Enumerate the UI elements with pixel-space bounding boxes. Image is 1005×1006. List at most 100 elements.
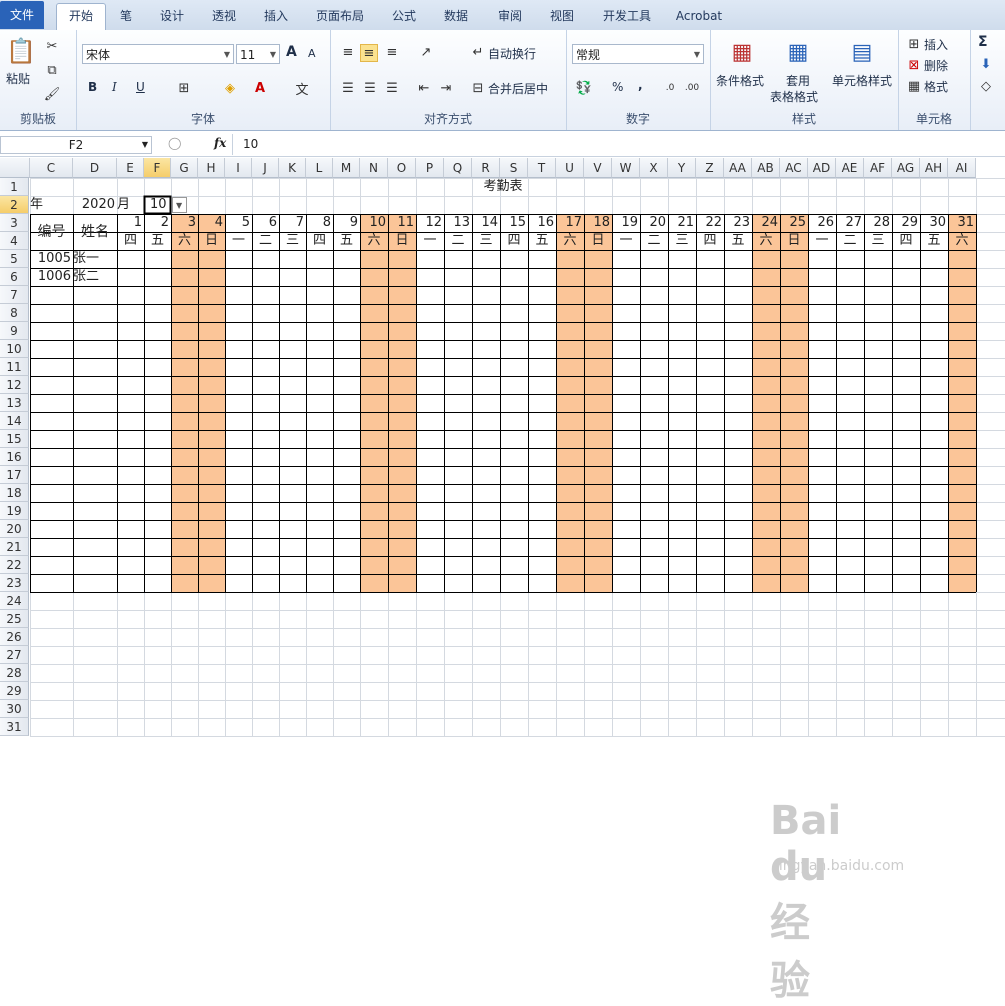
align-center-icon[interactable]: ☰ [362, 80, 378, 96]
weekday-label[interactable]: 六 [360, 232, 388, 250]
fill-icon[interactable]: ⬇ [978, 56, 994, 72]
weekday-label[interactable]: 五 [144, 232, 171, 250]
day-number[interactable]: 24 [752, 214, 780, 232]
weekday-label[interactable]: 六 [171, 232, 198, 250]
day-number[interactable]: 3 [171, 214, 198, 232]
align-top-icon[interactable]: ≡ [340, 44, 356, 60]
paste-icon[interactable]: 📋 [6, 36, 36, 66]
weekday-label[interactable]: 日 [584, 232, 612, 250]
year-label[interactable]: 年 [30, 196, 73, 214]
paste-button[interactable]: 粘贴 [6, 70, 30, 87]
day-number[interactable]: 14 [472, 214, 500, 232]
weekday-label[interactable]: 六 [948, 232, 976, 250]
tab-11[interactable]: 开发工具 [594, 4, 660, 28]
insert-function-button[interactable]: fx [214, 136, 226, 150]
weekday-label[interactable]: 日 [198, 232, 225, 250]
weekday-label[interactable]: 三 [279, 232, 306, 250]
cell-styles-icon[interactable]: ▤ [846, 36, 878, 68]
formula-input[interactable]: 10 [232, 134, 1005, 155]
italic-button[interactable]: I [112, 80, 117, 94]
align-middle-icon[interactable]: ≡ [360, 44, 378, 62]
employee-name[interactable]: 张一 [73, 250, 117, 268]
increase-indent-icon[interactable]: ⇥ [438, 80, 454, 96]
day-number[interactable]: 27 [836, 214, 864, 232]
format-cells-button[interactable]: 格式 [924, 78, 948, 95]
font-size-select[interactable]: 11 ▼ [236, 44, 280, 64]
insert-cells-icon[interactable]: ⊞ [906, 36, 922, 52]
weekday-label[interactable]: 六 [752, 232, 780, 250]
border-icon[interactable]: ⊞ [176, 80, 192, 96]
align-left-icon[interactable]: ☰ [340, 80, 356, 96]
comma-button[interactable]: , [638, 78, 643, 92]
weekday-label[interactable]: 二 [640, 232, 668, 250]
month-select-cell[interactable]: 10 [144, 196, 171, 214]
format-table-icon[interactable]: ▦ [782, 36, 814, 68]
grow-font-button[interactable]: A [286, 44, 297, 60]
underline-button[interactable]: U [136, 80, 145, 94]
tab-6[interactable]: 页面布局 [308, 4, 372, 28]
weekday-label[interactable]: 二 [444, 232, 472, 250]
day-number[interactable]: 17 [556, 214, 584, 232]
day-number[interactable]: 7 [279, 214, 306, 232]
tab-8[interactable]: 数据 [434, 4, 478, 28]
weekday-label[interactable]: 五 [528, 232, 556, 250]
cut-icon[interactable]: ✂ [44, 38, 60, 54]
tab-10[interactable]: 视图 [542, 4, 582, 28]
decrease-decimal-icon[interactable]: .00 [684, 80, 700, 96]
number-format-select[interactable]: 常规 ▼ [572, 44, 704, 64]
weekday-label[interactable]: 日 [780, 232, 808, 250]
shrink-font-button[interactable]: A [308, 47, 316, 60]
weekday-label[interactable]: 三 [472, 232, 500, 250]
day-number[interactable]: 10 [360, 214, 388, 232]
wrap-text-button[interactable]: 自动换行 [488, 45, 536, 62]
merge-center-button[interactable]: 合并后居中 [488, 80, 548, 97]
insert-cells-button[interactable]: 插入 [924, 36, 948, 53]
day-number[interactable]: 4 [198, 214, 225, 232]
weekday-label[interactable]: 一 [225, 232, 252, 250]
day-number[interactable]: 9 [333, 214, 360, 232]
weekday-label[interactable]: 四 [306, 232, 333, 250]
tab-5[interactable]: 插入 [256, 4, 296, 28]
tab-7[interactable]: 公式 [384, 4, 424, 28]
day-number[interactable]: 31 [948, 214, 976, 232]
weekday-label[interactable]: 五 [333, 232, 360, 250]
header-name[interactable]: 姓名 [73, 214, 117, 250]
weekday-label[interactable]: 二 [252, 232, 279, 250]
decrease-indent-icon[interactable]: ⇤ [416, 80, 432, 96]
day-number[interactable]: 28 [864, 214, 892, 232]
weekday-label[interactable]: 四 [500, 232, 528, 250]
tab-9[interactable]: 审阅 [490, 4, 530, 28]
font-family-select[interactable]: 宋体 ▼ [82, 44, 234, 64]
day-number[interactable]: 12 [416, 214, 444, 232]
format-painter-icon[interactable]: 🖌 [44, 86, 61, 102]
day-number[interactable]: 22 [696, 214, 724, 232]
format-table-button-line2[interactable]: 表格格式 [770, 88, 818, 105]
day-number[interactable]: 21 [668, 214, 696, 232]
employee-id[interactable]: 1005 [30, 250, 73, 268]
day-number[interactable]: 19 [612, 214, 640, 232]
format-cells-icon[interactable]: ▦ [906, 78, 922, 94]
tab-2[interactable]: 笔 [112, 4, 140, 28]
day-number[interactable]: 30 [920, 214, 948, 232]
merge-center-icon[interactable]: ⊟ [470, 80, 486, 96]
year-value[interactable]: 2020 [73, 196, 117, 214]
conditional-format-icon[interactable]: ▦ [726, 36, 758, 68]
month-dropdown-button[interactable]: ▼ [171, 196, 198, 214]
bold-button[interactable]: B [88, 80, 97, 94]
weekday-label[interactable]: 六 [556, 232, 584, 250]
copy-icon[interactable]: ⧉ [44, 62, 60, 78]
tab-3[interactable]: 设计 [150, 4, 194, 28]
employee-id[interactable]: 1006 [30, 268, 73, 286]
autosum-button[interactable]: Σ [978, 34, 988, 50]
day-number[interactable]: 11 [388, 214, 416, 232]
weekday-label[interactable]: 四 [117, 232, 144, 250]
tab-1[interactable]: 开始 [56, 3, 106, 31]
day-number[interactable]: 13 [444, 214, 472, 232]
align-right-icon[interactable]: ☰ [384, 80, 400, 96]
day-number[interactable]: 6 [252, 214, 279, 232]
weekday-label[interactable]: 三 [864, 232, 892, 250]
day-number[interactable]: 1 [117, 214, 144, 232]
day-number[interactable]: 5 [225, 214, 252, 232]
day-number[interactable]: 23 [724, 214, 752, 232]
clear-icon[interactable]: ◇ [978, 78, 994, 94]
